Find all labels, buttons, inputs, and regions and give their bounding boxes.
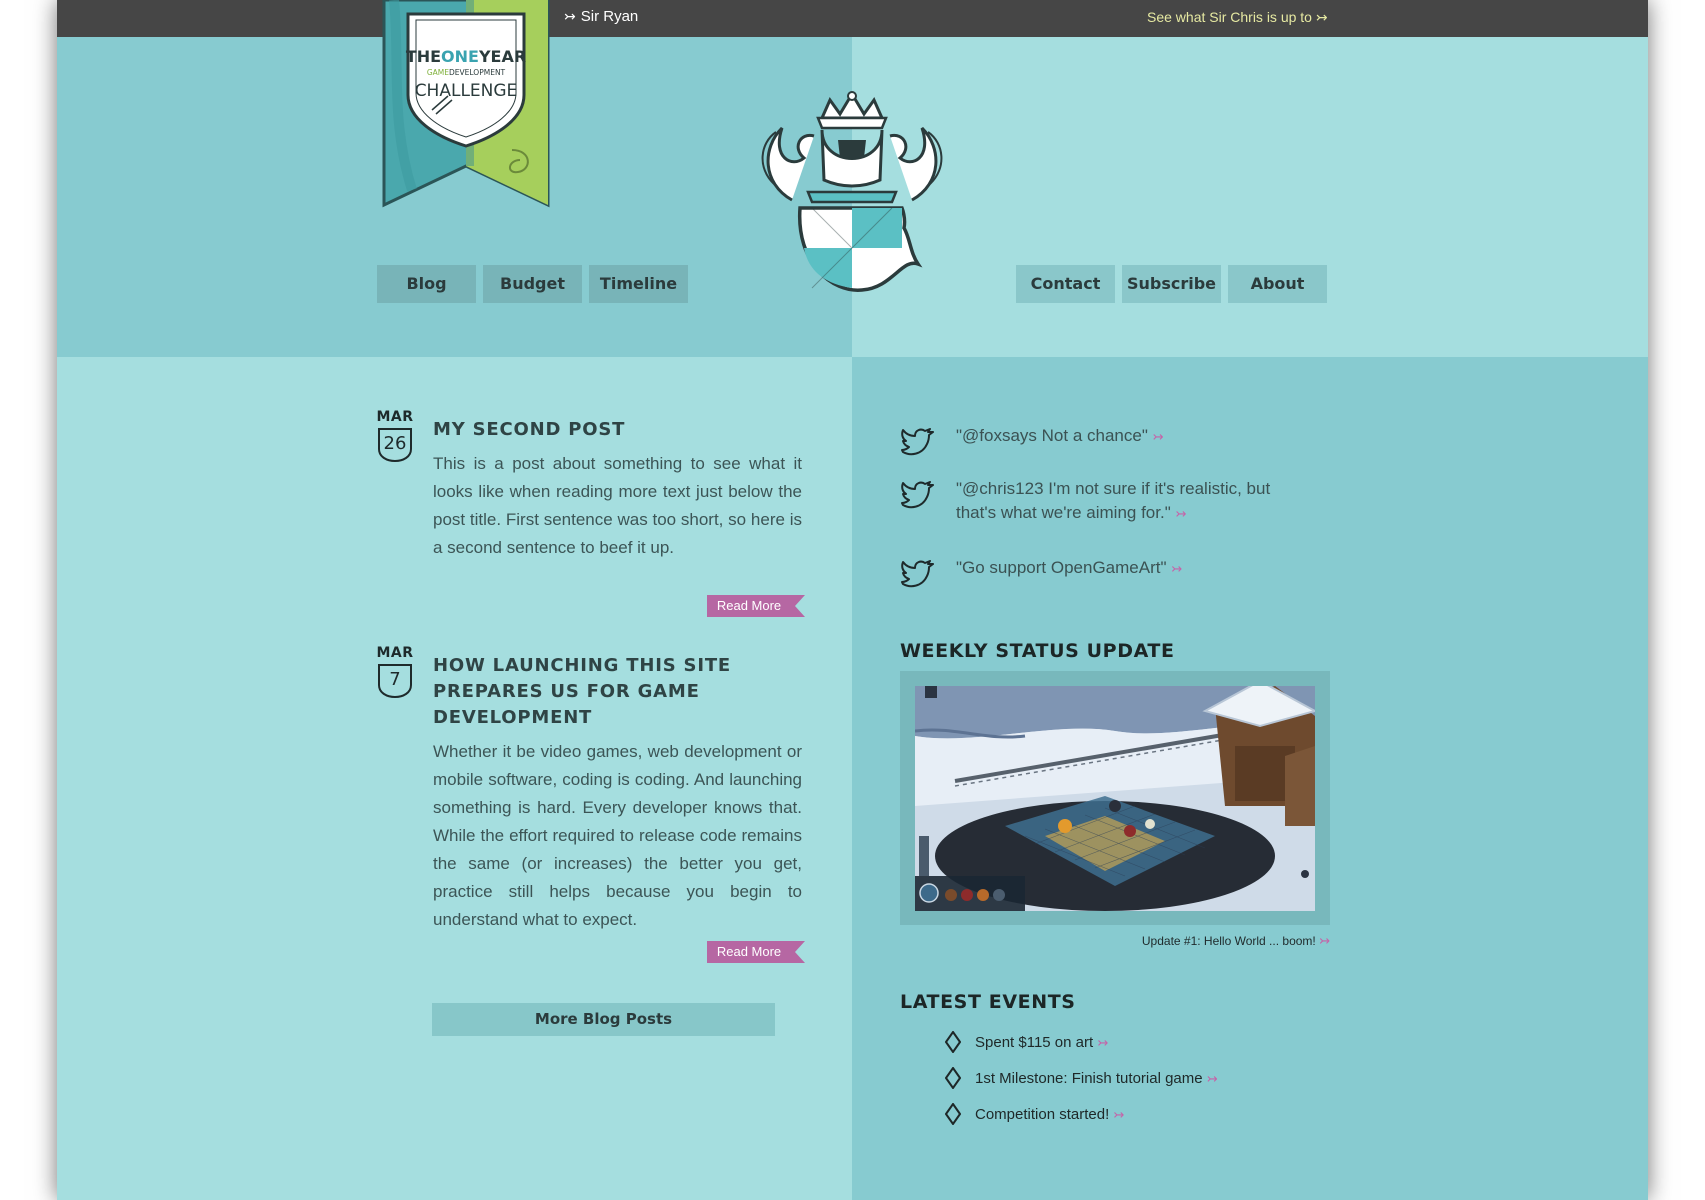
tweet: "Go support OpenGameArt" ↣	[900, 556, 1280, 590]
event-item: 1st Milestone: Finish tutorial game ↣	[944, 1066, 1218, 1090]
logo-line1: THEONEYEAR	[406, 47, 526, 66]
tweet-link[interactable]: ↣	[1175, 506, 1186, 521]
read-more-label: Read More	[716, 944, 782, 959]
logo-line3: CHALLENGE	[415, 81, 518, 101]
logo-word-year: YEAR	[478, 47, 526, 66]
post-month: MAR	[376, 409, 414, 425]
page-frame: ↣ Sir Ryan See what Sir Chris is up to ↣…	[57, 0, 1648, 1200]
nav-blog[interactable]: Blog	[377, 265, 476, 303]
top-bar: ↣ Sir Ryan See what Sir Chris is up to ↣	[57, 0, 1648, 37]
blog-post: MAR 7 How Launching This Site Prepares U…	[375, 645, 805, 963]
logo-line2: GAMEDEVELOPMENT	[427, 68, 506, 77]
read-more-button[interactable]: Read More	[707, 941, 805, 963]
header-right-panel	[852, 0, 1648, 357]
tweet-content: "@chris123 I'm not sure if it's realisti…	[956, 479, 1271, 522]
date-shield-icon: 7	[377, 663, 413, 699]
event-label: Spent $115 on art ↣	[975, 1034, 1108, 1051]
caption-text: Update #1: Hello World ... boom!	[1141, 934, 1316, 948]
event-text: 1st Milestone: Finish tutorial game	[975, 1069, 1203, 1087]
nav-timeline[interactable]: Timeline	[589, 265, 688, 303]
post-title[interactable]: My Second Post	[433, 409, 805, 443]
nav-right: Contact Subscribe About	[1016, 265, 1327, 303]
event-text: Competition started!	[975, 1105, 1110, 1123]
latest-events-heading: Latest Events	[900, 991, 1076, 1013]
diamond-icon	[944, 1102, 962, 1126]
site-logo[interactable]: THEONEYEAR GAMEDEVELOPMENT CHALLENGE	[382, 0, 550, 210]
post-month: MAR	[376, 645, 414, 661]
other-user-link[interactable]: See what Sir Chris is up to ↣	[1147, 9, 1328, 26]
logo-word-one: ONE	[441, 47, 479, 66]
post-date: MAR 7	[375, 645, 415, 699]
logo-word-development: DEVELOPMENT	[449, 68, 506, 77]
event-item: Competition started! ↣	[944, 1102, 1124, 1126]
crest-logo	[752, 88, 952, 298]
read-more-button[interactable]: Read More	[707, 595, 805, 617]
weekly-status-heading: Weekly Status Update	[900, 640, 1175, 662]
status-image-frame	[900, 671, 1330, 925]
event-label: 1st Milestone: Finish tutorial game ↣	[975, 1070, 1218, 1087]
event-link[interactable]: ↣	[1113, 1107, 1124, 1122]
twitter-bird-icon	[900, 428, 934, 458]
blog-post: MAR 26 My Second Post This is a post abo…	[375, 409, 805, 619]
tweet-link[interactable]: ↣	[1171, 561, 1182, 576]
tweet: "@foxsays Not a chance" ↣	[900, 424, 1280, 458]
read-more-label: Read More	[716, 598, 782, 613]
user-link[interactable]: ↣ Sir Ryan	[564, 8, 638, 25]
post-title[interactable]: How Launching This Site Prepares Us for …	[433, 645, 805, 731]
caption-link[interactable]: ↣	[1319, 933, 1330, 948]
nav-left: Blog Budget Timeline	[377, 265, 688, 303]
nav-contact[interactable]: Contact	[1016, 265, 1115, 303]
post-excerpt: This is a post about something to see wh…	[433, 454, 802, 557]
tweet-content: "@foxsays Not a chance"	[956, 426, 1148, 445]
date-shield-icon: 26	[377, 427, 413, 463]
tweet-link[interactable]: ↣	[1153, 429, 1164, 444]
event-item: Spent $115 on art ↣	[944, 1030, 1108, 1054]
nav-about[interactable]: About	[1228, 265, 1327, 303]
post-day: 26	[383, 433, 407, 454]
logo-word-game: GAME	[427, 68, 449, 77]
user-name: Sir Ryan	[580, 8, 639, 25]
event-label: Competition started! ↣	[975, 1106, 1124, 1123]
post-day: 7	[389, 669, 401, 690]
more-blog-posts-button[interactable]: More Blog Posts	[432, 1003, 775, 1036]
post-excerpt: Whether it be video games, web developme…	[433, 742, 802, 929]
twitter-bird-icon	[900, 481, 934, 511]
event-link[interactable]: ↣	[1207, 1071, 1218, 1086]
event-link[interactable]: ↣	[1097, 1035, 1108, 1050]
post-date: MAR 26	[375, 409, 415, 463]
tweet-text: "Go support OpenGameArt" ↣	[956, 556, 1182, 590]
twitter-bird-icon	[900, 560, 934, 590]
arrow-icon: ↣	[564, 8, 576, 24]
tweet-text: "@foxsays Not a chance" ↣	[956, 424, 1164, 458]
diamond-icon	[944, 1030, 962, 1054]
diamond-icon	[944, 1066, 962, 1090]
event-text: Spent $115 on art	[975, 1033, 1094, 1051]
status-screenshot[interactable]	[915, 686, 1315, 911]
tweet-content: "Go support OpenGameArt"	[956, 558, 1167, 577]
logo-word-the: THE	[406, 47, 441, 66]
nav-subscribe[interactable]: Subscribe	[1122, 265, 1221, 303]
nav-budget[interactable]: Budget	[483, 265, 582, 303]
status-caption[interactable]: Update #1: Hello World ... boom! ↣	[900, 933, 1330, 949]
tweet-text: "@chris123 I'm not sure if it's realisti…	[956, 477, 1280, 526]
tweet: "@chris123 I'm not sure if it's realisti…	[900, 477, 1280, 526]
